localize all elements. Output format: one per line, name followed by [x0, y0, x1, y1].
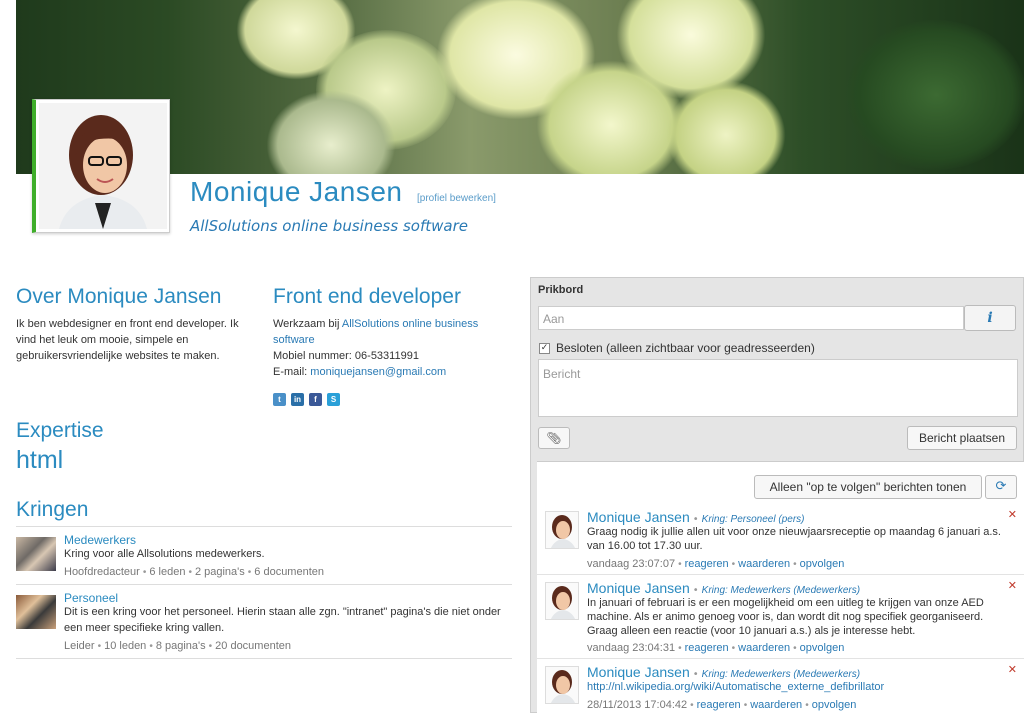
- info-button[interactable]: i: [964, 305, 1016, 331]
- profile-company[interactable]: AllSolutions online business software: [190, 217, 468, 235]
- reply-link[interactable]: reageren: [685, 558, 729, 570]
- feed-post: Monique Jansen • Kring: Personeel (pers) G…: [537, 505, 1024, 575]
- post-time: 28/11/2013 17:04:42: [587, 698, 688, 711]
- kring-pages: 8 pagina's: [155, 639, 206, 652]
- post-meta: 28/11/2013 17:04:42 • reageren • waarderen • o…: [587, 698, 857, 711]
- recipient-input[interactable]: Aan: [538, 306, 964, 330]
- post-meta: vandaag 23:07:07 • reageren • waarderen • opvo…: [587, 557, 845, 570]
- post-avatar: [545, 666, 579, 704]
- about-heading: Over Monique Jansen: [16, 285, 222, 308]
- delete-post-icon[interactable]: ✕: [1008, 508, 1017, 521]
- edit-profile-link[interactable]: [profiel bewerken]: [417, 193, 496, 204]
- reply-link[interactable]: reageren: [697, 699, 741, 711]
- private-checkbox[interactable]: ✓: [539, 342, 550, 354]
- post-author-link[interactable]: Monique Jansen: [587, 664, 690, 680]
- post-author-link[interactable]: Monique Jansen: [587, 509, 690, 525]
- post-kring-link[interactable]: Kring: Medewerkers (Medewerkers): [702, 669, 860, 680]
- email-link[interactable]: moniquejansen@gmail.com: [310, 366, 446, 378]
- kring-documents: 20 documenten: [215, 639, 291, 652]
- follow-up-link[interactable]: opvolgen: [800, 642, 845, 654]
- profile-name: Monique Jansen: [190, 176, 403, 207]
- linkedin-icon[interactable]: in: [291, 392, 304, 406]
- appreciate-link[interactable]: waarderen: [750, 699, 802, 711]
- expertise-section: Expertise html: [16, 419, 104, 475]
- kring-description: Dit is een kring voor het personeel. Hie…: [64, 606, 501, 634]
- kring-documents: 6 documenten: [254, 565, 324, 578]
- message-textarea[interactable]: Bericht: [538, 359, 1018, 417]
- kringen-section: Kringen Medewerkers Kring voor alle Alls…: [16, 498, 512, 659]
- job-heading: Front end developer: [273, 285, 461, 308]
- follow-up-link[interactable]: opvolgen: [800, 558, 845, 570]
- post-text: In januari of februari is er een mogelij…: [587, 597, 984, 637]
- post-kring-link[interactable]: Kring: Medewerkers (Medewerkers): [702, 585, 860, 596]
- prikbord-panel: Prikbord Aan i ✓ Besloten (alleen zichtb…: [530, 277, 1024, 714]
- email-label: E-mail:: [273, 365, 308, 378]
- expertise-heading: Expertise: [16, 419, 104, 442]
- follow-up-link[interactable]: opvolgen: [812, 699, 857, 711]
- post-avatar: [545, 511, 579, 549]
- expertise-tag[interactable]: html: [16, 446, 104, 475]
- about-section: Over Monique Jansen Ik ben webdesigner e…: [16, 285, 261, 365]
- kring-title-link[interactable]: Personeel: [64, 591, 512, 605]
- kring-image: [16, 595, 56, 629]
- appreciate-link[interactable]: waarderen: [738, 642, 790, 654]
- private-checkbox-label: Besloten (alleen zichtbaar voor geadress…: [556, 341, 815, 355]
- feed-post: Monique Jansen • Kring: Medewerkers (Medew…: [537, 576, 1024, 659]
- post-author-link[interactable]: Monique Jansen: [587, 580, 690, 596]
- delete-post-icon[interactable]: ✕: [1008, 663, 1017, 676]
- reply-link[interactable]: reageren: [685, 642, 729, 654]
- attach-button[interactable]: 📎︎: [538, 427, 570, 449]
- post-time: vandaag 23:07:07: [587, 557, 676, 570]
- show-followed-button[interactable]: Alleen "op te volgen" berichten tonen: [754, 475, 982, 499]
- kring-description: Kring voor alle Allsolutions medewerkers…: [64, 548, 265, 560]
- post-avatar: [545, 582, 579, 620]
- kringen-heading: Kringen: [16, 498, 89, 521]
- delete-post-icon[interactable]: ✕: [1008, 579, 1017, 592]
- kring-role: Hoofdredacteur: [64, 565, 140, 578]
- refresh-button[interactable]: ⟳: [985, 475, 1017, 499]
- phone-number: Mobiel nummer: 06-53311991: [273, 349, 419, 362]
- kring-members: 6 leden: [149, 565, 186, 578]
- about-text: Ik ben webdesigner en front end develope…: [16, 318, 239, 362]
- post-meta: vandaag 23:04:31 • reageren • waarderen • opvo…: [587, 642, 845, 655]
- refresh-icon: ⟳: [995, 479, 1007, 494]
- kring-role: Leider: [64, 639, 95, 652]
- kring-pages: 2 pagina's: [194, 565, 245, 578]
- kring-item: Personeel Dit is een kring voor het pers…: [16, 584, 512, 659]
- kring-title-link[interactable]: Medewerkers: [64, 533, 512, 547]
- post-url-link[interactable]: http://nl.wikipedia.org/wiki/Automatisch…: [587, 681, 1007, 695]
- profile-photo: [32, 99, 170, 233]
- message-feed: Alleen "op te volgen" berichten tonen ⟳ …: [537, 461, 1024, 714]
- appreciate-link[interactable]: waarderen: [738, 558, 790, 570]
- post-text: Graag nodig ik jullie allen uit voor onz…: [587, 526, 1001, 552]
- works-at: Werkzaam bij AllSolutions online busines…: [273, 317, 518, 349]
- kring-meta: Hoofdredacteur • 6 leden • 2 pagina's • 6 docu…: [64, 565, 324, 578]
- kring-image: [16, 537, 56, 571]
- paperclip-icon: 📎︎: [546, 431, 562, 445]
- social-links: t in f S: [273, 392, 518, 406]
- twitter-icon[interactable]: t: [273, 392, 286, 406]
- private-checkbox-row[interactable]: ✓ Besloten (alleen zichtbaar voor geadre…: [539, 341, 815, 355]
- facebook-icon[interactable]: f: [309, 392, 322, 406]
- prikbord-title: Prikbord: [538, 284, 584, 296]
- kring-members: 10 leden: [104, 639, 147, 652]
- job-section: Front end developer Werkzaam bij AllSolu…: [273, 285, 518, 406]
- email-line: E-mail: moniquejansen@gmail.com: [273, 365, 518, 381]
- works-at-label: Werkzaam bij: [273, 318, 340, 330]
- kring-meta: Leider • 10 leden • 8 pagina's • 20 documenten: [64, 639, 291, 652]
- post-time: vandaag 23:04:31: [587, 642, 676, 655]
- post-message-button[interactable]: Bericht plaatsen: [907, 426, 1017, 450]
- feed-post: Monique Jansen • Kring: Medewerkers (Medew…: [537, 660, 1024, 715]
- skype-icon[interactable]: S: [327, 392, 340, 406]
- kring-item: Medewerkers Kring voor alle Allsolutions…: [16, 526, 512, 584]
- post-kring-link[interactable]: Kring: Personeel (pers): [702, 514, 805, 525]
